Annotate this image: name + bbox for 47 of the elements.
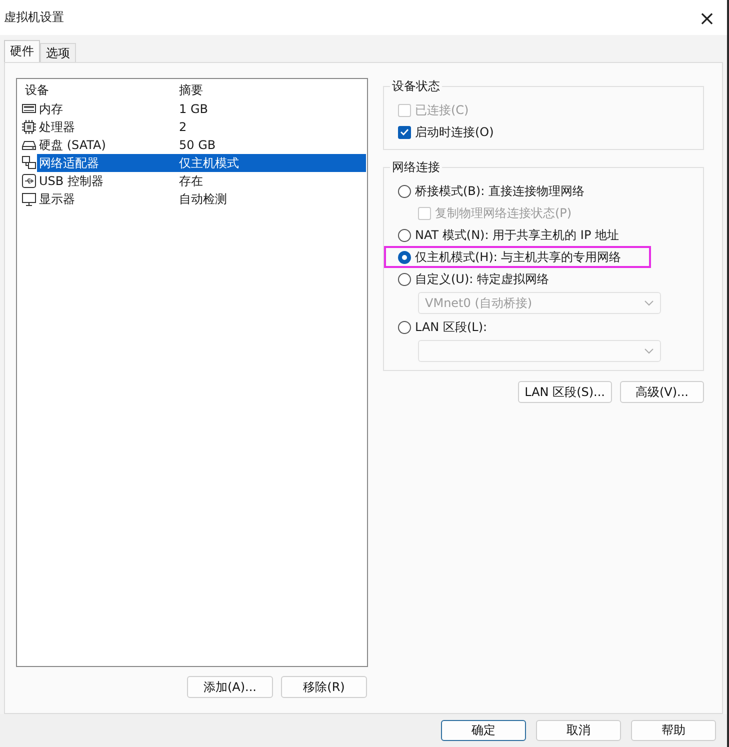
device-name[interactable]: USB 控制器 xyxy=(37,172,173,190)
usb-icon xyxy=(21,173,37,189)
close-button[interactable]: × xyxy=(693,4,721,32)
checkbox[interactable] xyxy=(398,126,411,138)
device-name[interactable]: 显示器 xyxy=(37,190,173,208)
chip-icon xyxy=(21,119,37,135)
radio-label: NAT 模式(N): 用于共享主机的 IP 地址 xyxy=(415,226,619,244)
checkbox-label: 已连接(C) xyxy=(415,102,469,118)
device-name[interactable]: 网络适配器 xyxy=(37,154,173,172)
device-name[interactable]: 内存 xyxy=(37,100,173,118)
device-summary[interactable]: 存在 xyxy=(173,172,366,190)
dialog-button[interactable]: 帮助 xyxy=(631,720,716,741)
device-summary[interactable]: 1 GB xyxy=(173,100,366,118)
checkbox-label: 复制物理网络连接状态(P) xyxy=(435,204,572,222)
tab[interactable]: 硬件 xyxy=(4,40,40,62)
tab[interactable]: 选项 xyxy=(40,43,76,62)
radio-button[interactable] xyxy=(398,184,411,198)
device-summary[interactable]: 50 GB xyxy=(173,136,366,154)
dialog-button[interactable]: 移除(R) xyxy=(281,676,367,698)
radio-label: LAN 区段(L): xyxy=(415,318,488,336)
chevron-down-icon xyxy=(644,348,654,354)
check-icon xyxy=(400,128,409,136)
device-name[interactable]: 处理器 xyxy=(37,118,173,136)
dialog-button[interactable]: 确定 xyxy=(441,720,526,741)
radio-label: 桥接模式(B): 直接连接物理网络 xyxy=(415,182,584,200)
checkbox-label: 启动时连接(O) xyxy=(415,124,494,140)
dialog-button[interactable]: 添加(A)... xyxy=(187,676,273,698)
radio-button[interactable] xyxy=(398,228,411,242)
dialog-button[interactable]: 高级(V)... xyxy=(620,381,704,403)
group-title: 网络连接 xyxy=(390,160,442,175)
dialog-button[interactable]: 取消 xyxy=(536,720,621,741)
device-summary[interactable]: 仅主机模式 xyxy=(173,154,366,172)
device-summary[interactable]: 2 xyxy=(173,118,366,136)
device-summary[interactable]: 自动检测 xyxy=(173,190,366,208)
window-title: 虚拟机设置 xyxy=(4,9,64,26)
monitor-icon xyxy=(21,191,37,207)
column-header[interactable]: 摘要 xyxy=(173,81,366,100)
chevron-down-icon xyxy=(644,300,654,306)
network-icon xyxy=(21,155,37,171)
device-name[interactable]: 硬盘 (SATA) xyxy=(37,136,173,154)
radio-label: 自定义(U): 特定虚拟网络 xyxy=(415,270,550,288)
radio-button[interactable] xyxy=(398,272,411,286)
group-title: 设备状态 xyxy=(390,79,442,94)
radio-label: 仅主机模式(H): 与主机共享的专用网络 xyxy=(415,248,622,266)
radio-button[interactable] xyxy=(398,320,411,334)
dialog-button[interactable]: LAN 区段(S)... xyxy=(518,381,612,403)
radio-button[interactable] xyxy=(398,250,411,264)
